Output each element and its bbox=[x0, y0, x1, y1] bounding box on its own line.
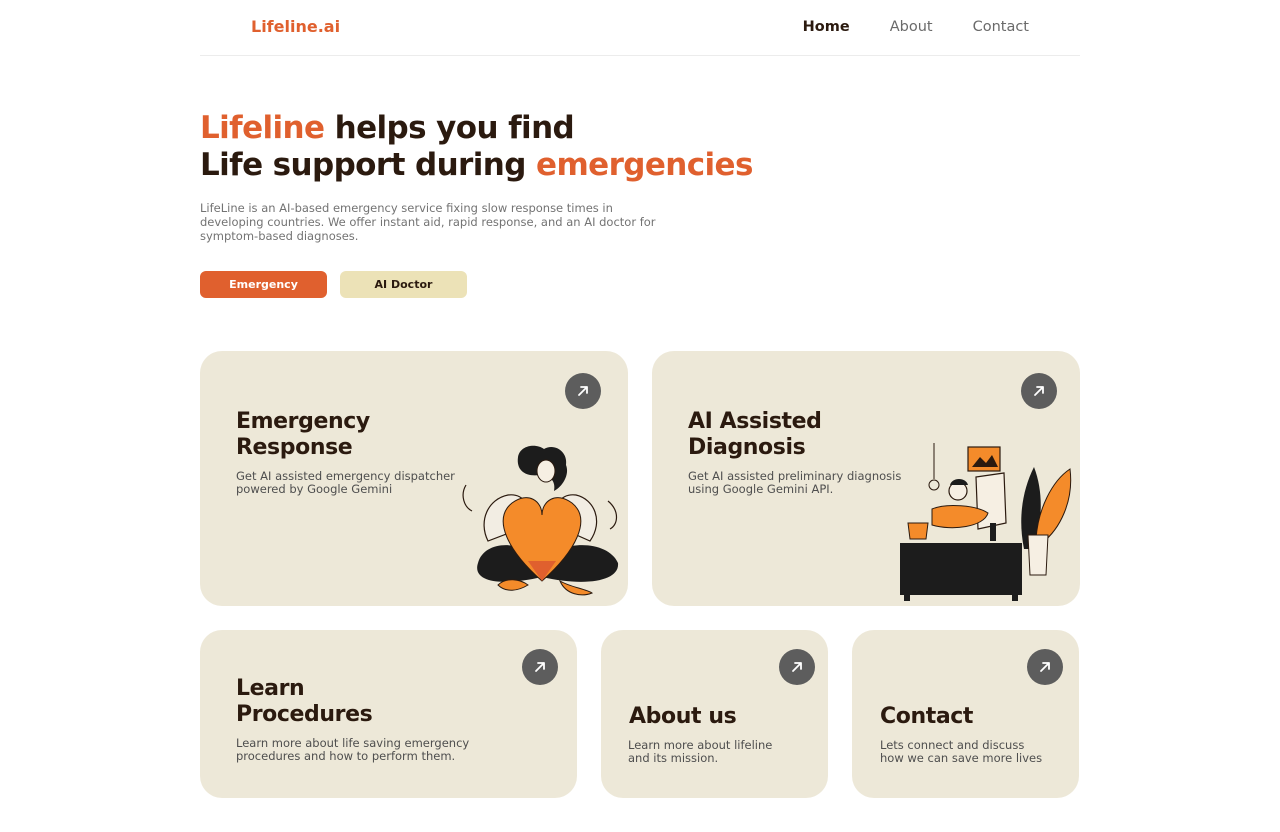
card-desc-line: procedures and how to perform them. bbox=[236, 749, 456, 763]
card-description: Get AI assisted preliminary diagnosis us… bbox=[688, 470, 901, 496]
card-desc-line: Lets connect and discuss bbox=[880, 738, 1025, 752]
hero-title-accent-1: Lifeline bbox=[200, 110, 325, 146]
nav-link-home[interactable]: Home bbox=[803, 19, 850, 35]
card-desc-line: how we can save more lives bbox=[880, 751, 1043, 765]
nav-link-contact[interactable]: Contact bbox=[973, 19, 1029, 35]
card-desc-line: powered by Google Gemini bbox=[236, 482, 393, 496]
card-description: Get AI assisted emergency dispatcher pow… bbox=[236, 470, 455, 496]
card-title-line: Diagnosis bbox=[688, 435, 806, 460]
card-desc-line: Get AI assisted preliminary diagnosis bbox=[688, 469, 902, 483]
card-title: AI Assisted Diagnosis bbox=[688, 409, 822, 461]
card-title-line: Learn bbox=[236, 676, 305, 701]
hero-title: Lifeline helps you find Life support dur… bbox=[200, 110, 753, 184]
card-title: Emergency Response bbox=[236, 409, 370, 461]
card-desc-line: Learn more about life saving emergency bbox=[236, 736, 470, 750]
ai-doctor-button[interactable]: AI Doctor bbox=[340, 271, 467, 298]
arrow-up-right-icon[interactable] bbox=[1027, 649, 1063, 685]
arrow-up-right-icon[interactable] bbox=[1021, 373, 1057, 409]
card-title-line: Response bbox=[236, 435, 353, 460]
card-title-line: Emergency bbox=[236, 409, 370, 434]
card-desc-line: Learn more about lifeline bbox=[628, 738, 773, 752]
card-learn-procedures[interactable]: Learn Procedures Learn more about life s… bbox=[200, 630, 577, 798]
person-hugging-heart-illustration bbox=[462, 445, 619, 596]
arrow-up-right-icon[interactable] bbox=[522, 649, 558, 685]
emergency-button[interactable]: Emergency bbox=[200, 271, 327, 298]
arrow-up-right-icon[interactable] bbox=[779, 649, 815, 685]
hero-title-text-2: Life support during bbox=[200, 147, 537, 183]
logo[interactable]: Lifeline.ai bbox=[251, 17, 340, 36]
person-at-desk-illustration bbox=[900, 443, 1072, 601]
hero-description: LifeLine is an AI-based emergency servic… bbox=[200, 201, 656, 243]
top-navbar: Lifeline.ai Home About Contact bbox=[200, 0, 1080, 56]
card-title: Learn Procedures bbox=[236, 676, 373, 728]
card-desc-line: and its mission. bbox=[628, 751, 719, 765]
card-desc-line: using Google Gemini API. bbox=[688, 482, 834, 496]
arrow-up-right-icon[interactable] bbox=[565, 373, 601, 409]
card-title: About us bbox=[629, 704, 737, 729]
card-description: Learn more about lifeline and its missio… bbox=[628, 739, 772, 765]
card-description: Learn more about life saving emergency p… bbox=[236, 737, 469, 763]
card-desc-line: Get AI assisted emergency dispatcher bbox=[236, 469, 455, 483]
card-title: Contact bbox=[880, 704, 974, 729]
card-contact[interactable]: Contact Lets connect and discuss how we … bbox=[852, 630, 1079, 798]
hero-title-accent-2: emergencies bbox=[536, 147, 753, 183]
nav-link-about[interactable]: About bbox=[890, 19, 933, 35]
hero-title-text-1: helps you find bbox=[324, 110, 575, 146]
nav-links: Home About Contact bbox=[803, 19, 1029, 35]
card-title-line: Procedures bbox=[236, 702, 373, 727]
card-title-line: AI Assisted bbox=[688, 409, 822, 434]
card-about-us[interactable]: About us Learn more about lifeline and i… bbox=[601, 630, 828, 798]
card-emergency-response[interactable]: Emergency Response Get AI assisted emerg… bbox=[200, 351, 628, 606]
card-ai-assisted-diagnosis[interactable]: AI Assisted Diagnosis Get AI assisted pr… bbox=[652, 351, 1080, 606]
card-description: Lets connect and discuss how we can save… bbox=[880, 739, 1042, 765]
